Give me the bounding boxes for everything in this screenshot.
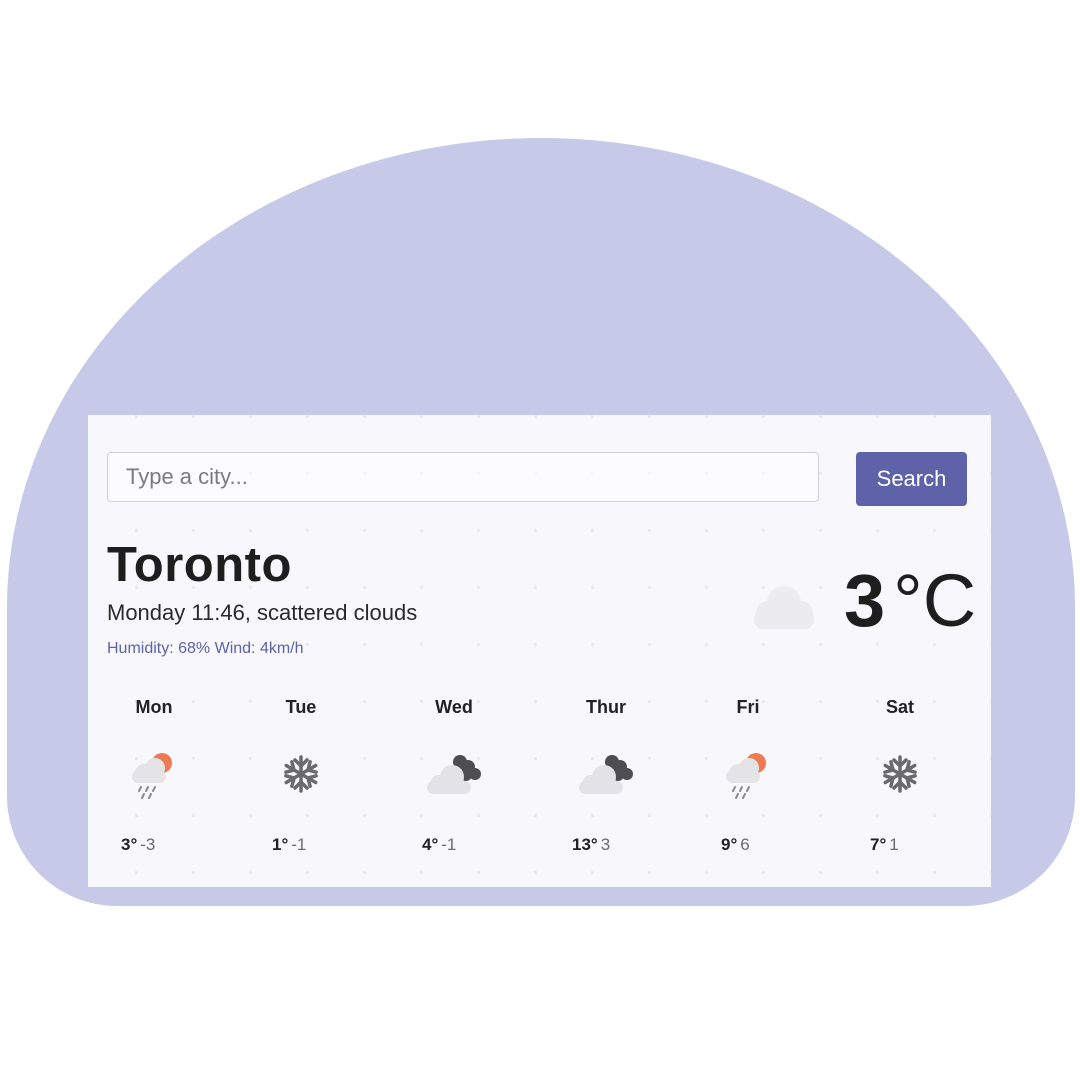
- forecast-day-name: Mon: [135, 697, 173, 717]
- forecast-low: -1: [441, 835, 457, 854]
- forecast-high: 13°: [572, 835, 598, 854]
- forecast-high: 3°: [121, 835, 138, 854]
- forecast-low: -1: [291, 835, 307, 854]
- snowflake-icon: [284, 755, 318, 793]
- cloud-icon: [754, 586, 814, 629]
- snowflake-icon: [883, 755, 917, 793]
- weather-card: Search Toronto Monday 11:46, scattered c…: [88, 415, 991, 887]
- forecast-temps: 13° 3: [572, 835, 692, 855]
- forecast-day: Fri 9° 6: [688, 697, 808, 854]
- forecast-low: -3: [140, 835, 156, 854]
- forecast-day: Wed 4° -1: [394, 697, 514, 854]
- forecast-day-name: Tue: [285, 697, 317, 717]
- forecast-day-name: Sat: [885, 697, 914, 717]
- forecast-low: 6: [740, 835, 750, 854]
- forecast-day: Thur 13° 3: [546, 697, 666, 854]
- forecast-high: 9°: [721, 835, 738, 854]
- forecast-day: Tue 1° -1: [241, 697, 361, 854]
- current-description: Monday 11:46, scattered clouds: [107, 600, 418, 625]
- forecast-low: 3: [600, 835, 611, 854]
- forecast-high: 7°: [870, 835, 887, 854]
- forecast-day-name: Thur: [586, 697, 626, 717]
- forecast-day: Sat 7° 1: [840, 697, 960, 854]
- forecast-temps: 1° -1: [272, 835, 392, 855]
- current-temperature: 3 °C: [844, 558, 976, 643]
- broken-clouds-icon: [579, 755, 633, 794]
- forecast-high: 1°: [272, 835, 289, 854]
- search-input[interactable]: [107, 452, 819, 502]
- current-details: Humidity: 68% Wind: 4km/h: [107, 640, 304, 657]
- rain-sun-icon: [726, 753, 766, 799]
- temperature-value: 3: [844, 559, 886, 642]
- broken-clouds-icon: [427, 755, 481, 794]
- forecast-temps: 7° 1: [870, 835, 990, 855]
- forecast-high: 4°: [422, 835, 439, 854]
- forecast-day-name: Wed: [435, 697, 473, 717]
- forecast-day: Mon 3° -3: [94, 697, 214, 854]
- forecast-temps: 4° -1: [422, 835, 542, 855]
- forecast-temps: 9° 6: [721, 835, 841, 855]
- city-name: Toronto: [107, 538, 292, 592]
- search-button[interactable]: Search: [856, 452, 967, 506]
- forecast-temps: 3° -3: [121, 835, 241, 855]
- forecast-low: 1: [889, 835, 899, 854]
- rain-sun-icon: [132, 753, 172, 799]
- temperature-unit: °C: [893, 559, 977, 642]
- forecast-day-name: Fri: [736, 697, 760, 717]
